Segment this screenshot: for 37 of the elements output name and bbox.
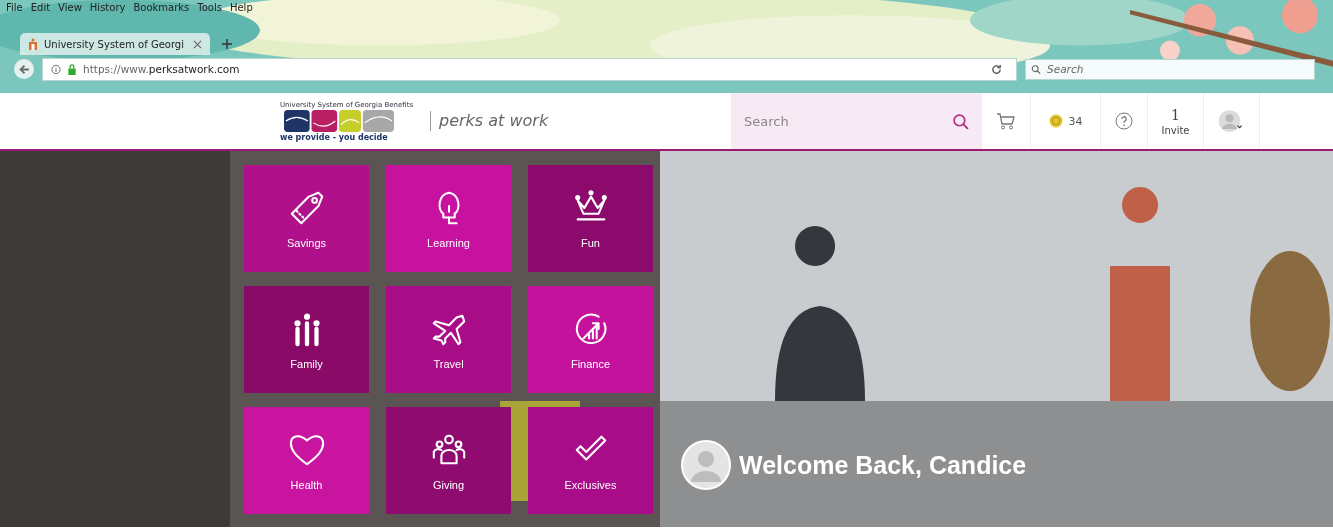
browser-tab[interactable]: University System of Georgi	[20, 33, 210, 55]
category-tile[interactable]: Travel	[386, 286, 511, 393]
site-icon	[28, 38, 38, 50]
welcome-heading: Welcome Back, Candice	[739, 450, 1027, 480]
new-tab-icon[interactable]	[222, 39, 232, 49]
category-tile[interactable]: Giving	[386, 407, 511, 514]
logo-tagline: we provide - you decide	[280, 132, 389, 142]
category-tile[interactable]: Health	[244, 407, 369, 514]
lock-icon	[67, 63, 77, 75]
coin-icon	[1048, 114, 1063, 128]
search-field[interactable]: Search	[1025, 58, 1315, 80]
reload-icon[interactable]	[991, 63, 1002, 75]
menu-item[interactable]: Bookmarks	[133, 2, 190, 16]
menu-item[interactable]: Help	[229, 2, 253, 16]
category-tile[interactable]: Family	[244, 286, 369, 393]
menu-item[interactable]: Edit	[30, 2, 51, 16]
info-icon[interactable]	[51, 63, 61, 75]
category-tile[interactable]: Savings	[244, 165, 369, 272]
close-icon[interactable]	[193, 39, 202, 49]
cart-icon	[996, 111, 1016, 131]
category-tile[interactable]: Learning	[386, 165, 511, 272]
menu-item[interactable]: File	[6, 2, 23, 16]
menu-item[interactable]: History	[89, 2, 126, 16]
invite-button[interactable]: 1 Invite	[1147, 93, 1203, 149]
help-icon	[1115, 112, 1133, 130]
coins-button[interactable]: 34	[1030, 93, 1100, 149]
menu-item[interactable]: View	[58, 2, 82, 16]
category-tile[interactable]: Finance	[528, 286, 653, 393]
brand-name: perks at work	[430, 111, 549, 131]
tab-title: University System of Georgi	[44, 38, 185, 50]
back-arrow-icon	[18, 63, 30, 75]
search-icon	[1031, 63, 1041, 75]
category-tile[interactable]: Fun	[528, 165, 653, 272]
category-tile[interactable]: Exclusives	[528, 407, 653, 514]
avatar-icon	[681, 440, 731, 490]
search-icon[interactable]	[952, 113, 969, 130]
menu-item[interactable]: Tools	[197, 2, 222, 16]
